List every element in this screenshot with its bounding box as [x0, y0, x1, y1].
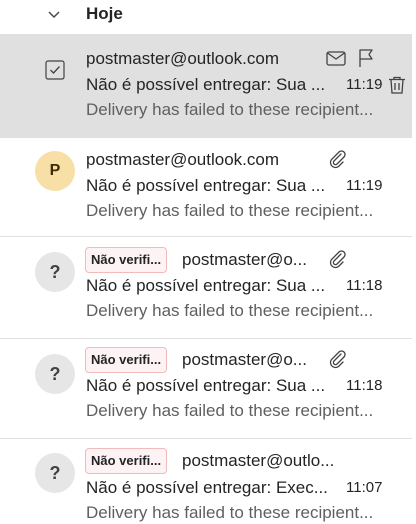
checkbox-checked-icon[interactable] [45, 60, 65, 80]
chevron-down-icon[interactable] [46, 6, 62, 22]
scrollbar[interactable] [412, 0, 416, 522]
message-sender: postmaster@o... [182, 250, 307, 269]
message-item[interactable]: ? Não verifi... postmaster@outlo... Não … [0, 439, 412, 522]
message-subject: Não é possível entregar: Sua ... [86, 376, 326, 395]
avatar: P [35, 151, 75, 191]
message-time: 11:19 [346, 76, 383, 93]
message-subject: Não é possível entregar: Sua ... [86, 276, 326, 295]
message-sender: postmaster@outlook.com [86, 49, 280, 68]
message-item[interactable]: ? Não verifi... postmaster@o... Não é po… [0, 339, 412, 438]
avatar: ? [35, 252, 75, 292]
attachment-icon [326, 248, 348, 270]
message-time: 11:18 [346, 377, 383, 394]
message-preview: Delivery has failed to these recipient..… [86, 201, 374, 220]
avatar: ? [35, 453, 75, 493]
message-time: 11:18 [346, 277, 383, 294]
unverified-badge: Não verifi... [85, 347, 168, 373]
attachment-icon [326, 148, 348, 170]
flag-icon[interactable] [355, 47, 377, 69]
message-time: 11:07 [346, 479, 383, 496]
message-subject: Não é possível entregar: Exec... [86, 478, 328, 497]
message-item[interactable]: P postmaster@outlook.com Não é possível … [0, 138, 412, 236]
attachment-icon [326, 348, 348, 370]
message-preview: Delivery has failed to these recipient..… [86, 401, 374, 420]
group-header-today[interactable]: Hoje [0, 0, 416, 34]
message-preview: Delivery has failed to these recipient..… [86, 100, 374, 119]
message-item[interactable]: postmaster@outlook.com Não é possível en… [0, 34, 412, 137]
message-subject: Não é possível entregar: Sua ... [86, 176, 326, 195]
message-time: 11:19 [346, 177, 383, 194]
avatar: ? [35, 354, 75, 394]
message-sender: postmaster@o... [182, 350, 307, 369]
unverified-badge: Não verifi... [85, 247, 168, 273]
mark-read-icon[interactable] [325, 47, 347, 69]
message-preview: Delivery has failed to these recipient..… [86, 503, 374, 522]
message-item[interactable]: ? Não verifi... postmaster@o... Não é po… [0, 237, 412, 338]
delete-icon[interactable] [386, 74, 408, 96]
unverified-badge: Não verifi... [85, 448, 168, 474]
message-subject: Não é possível entregar: Sua ... [86, 75, 326, 94]
message-sender: postmaster@outlo... [182, 451, 335, 470]
message-sender: postmaster@outlook.com [86, 150, 280, 169]
message-preview: Delivery has failed to these recipient..… [86, 301, 374, 320]
group-title: Hoje [86, 4, 123, 23]
